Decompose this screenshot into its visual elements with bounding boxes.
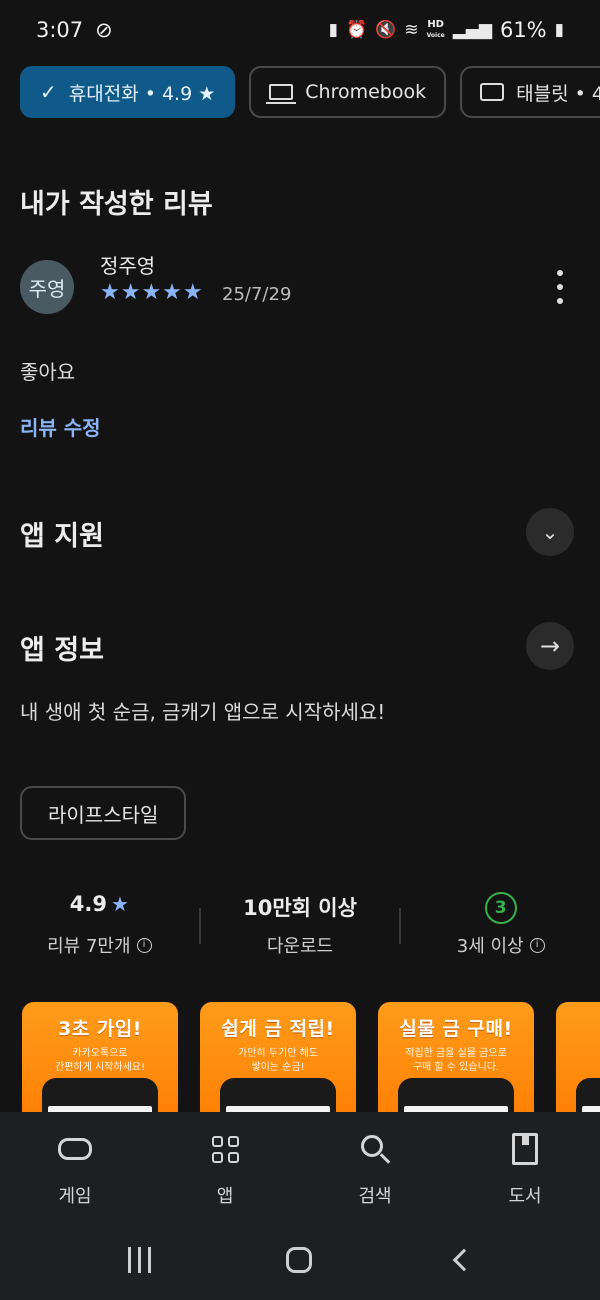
age-rating-stat[interactable]: 3 3세 이상 i (401, 892, 600, 958)
rating-stars: ★★★★★ (100, 280, 204, 305)
edit-review-link[interactable]: 리뷰 수정 (20, 412, 101, 441)
star-icon: ★ (110, 892, 129, 916)
screenshot-title: 기프 (556, 1014, 600, 1041)
chip-phone[interactable]: ✓ 휴대전화 • 4.9 ★ (20, 66, 236, 118)
screenshot-title: 실물 금 구매! (399, 1018, 513, 1040)
expand-support-button[interactable]: ⌄ (526, 508, 574, 556)
laptop-icon (266, 84, 297, 104)
review-date: 25/7/29 (222, 284, 292, 305)
app-stats: 4.9 ★ 리뷰 7만개 i 10만회 이상 다운로드 3 3세 이상 i (0, 892, 600, 964)
more-options-icon[interactable] (548, 270, 572, 304)
battery-icon: ▮ (554, 20, 564, 40)
battery-saver-icon: ▮ (328, 20, 338, 40)
chip-phone-label: 휴대전화 • 4.9 ★ (68, 82, 216, 105)
chevron-down-icon: ⌄ (541, 520, 559, 544)
info-icon: i (529, 937, 545, 953)
gamepad-icon (58, 1138, 92, 1160)
my-review-heading: 내가 작성한 리뷰 (20, 189, 213, 220)
system-navigation-bar (0, 1220, 600, 1300)
device-filter-chips: ✓ 휴대전화 • 4.9 ★ Chromebook 태블릿 • 4 (20, 66, 600, 120)
phone-mockup (576, 1078, 600, 1114)
mute-icon: 🔇 (375, 20, 397, 40)
search-icon (361, 1135, 383, 1157)
screenshot-card[interactable]: 기프 적립기프 (556, 1002, 600, 1114)
screenshot-subtitle: 적립기프 (556, 1047, 600, 1075)
arrow-right-icon: → (539, 632, 561, 660)
rating-stat[interactable]: 4.9 ★ 리뷰 7만개 i (0, 892, 199, 958)
hd-voice-icon: HD Voice (426, 18, 445, 39)
downloads-label: 다운로드 (266, 936, 334, 957)
phone-mockup (220, 1078, 336, 1114)
review-text: 좋아요 (20, 360, 76, 384)
signal-icon: ▂▄▆ (452, 20, 492, 40)
chip-chromebook[interactable]: Chromebook (249, 66, 447, 118)
nav-games[interactable]: 게임 (0, 1132, 150, 1222)
screenshot-card[interactable]: 쉽게 금 적립! 가만히 두기만 해도 쌓이는 순금! (200, 1002, 356, 1114)
status-bar: 3:07 ⊘ ▮ ⏰ 🔇 ≋ HD Voice ▂▄▆ 61% ▮ (0, 0, 600, 60)
category-chip[interactable]: 라이프스타일 (20, 786, 187, 840)
nav-games-label: 게임 (58, 1186, 92, 1207)
rating-value: 4.9 (69, 892, 107, 916)
battery-percent: 61% (499, 18, 547, 42)
nav-search[interactable]: 검색 (300, 1132, 450, 1222)
nav-books-label: 도서 (508, 1186, 542, 1207)
screenshots-carousel[interactable]: 3초 가입! 카카오톡으로 간편하게 시작하세요! 쉽게 금 적립! 가만히 두기… (22, 1002, 600, 1114)
downloads-value: 10만회 이상 (243, 896, 357, 920)
screenshot-subtitle: 카카오톡으로 간편하게 시작하세요! (55, 1048, 145, 1073)
review-header: 주영 정주영 ★★★★★ 25/7/29 (20, 250, 580, 316)
chip-chromebook-label: Chromebook (305, 81, 427, 103)
bottom-navigation: 게임 앱 검색 도서 (0, 1112, 600, 1300)
nav-apps-label: 앱 (216, 1186, 234, 1207)
reviews-count: 리뷰 7만개 (47, 936, 131, 957)
app-support-heading[interactable]: 앱 지원 (20, 514, 104, 553)
screenshot-title: 3초 가입! (58, 1018, 142, 1040)
nav-books[interactable]: 도서 (450, 1132, 600, 1222)
age-rating-label: 3세 이상 (456, 936, 524, 957)
back-icon[interactable] (452, 1248, 476, 1272)
status-time: 3:07 (36, 18, 84, 42)
chip-tablet[interactable]: 태블릿 • 4 (460, 66, 600, 118)
screenshot-subtitle: 적립한 금을 실물 금으로 구매 할 수 있습니다. (405, 1048, 507, 1073)
downloads-stat: 10만회 이상 다운로드 (201, 892, 400, 958)
info-icon: i (136, 937, 152, 953)
reviewer-name: 정주영 (100, 254, 156, 278)
nav-apps[interactable]: 앱 (150, 1132, 300, 1222)
screenshot-subtitle: 가만히 두기만 해도 쌓이는 순금! (238, 1048, 318, 1073)
do-not-disturb-off-icon: ⊘ (95, 18, 113, 42)
recent-apps-icon[interactable] (127, 1247, 151, 1273)
age-rating-badge-icon: 3 (484, 892, 517, 924)
alarm-icon: ⏰ (346, 20, 368, 40)
book-icon (512, 1133, 538, 1165)
screenshot-card[interactable]: 3초 가입! 카카오톡으로 간편하게 시작하세요! (22, 1002, 178, 1114)
home-icon[interactable] (286, 1247, 313, 1273)
app-info-button[interactable]: → (526, 622, 574, 670)
screenshot-title: 쉽게 금 적립! (221, 1018, 335, 1040)
screenshot-card[interactable]: 실물 금 구매! 적립한 금을 실물 금으로 구매 할 수 있습니다. (378, 1002, 534, 1114)
tablet-icon (480, 83, 505, 101)
apps-grid-icon (211, 1135, 239, 1163)
chip-tablet-label: 태블릿 • 4 (516, 82, 600, 105)
app-description: 내 생애 첫 순금, 금캐기 앱으로 시작하세요! (20, 700, 386, 724)
check-icon: ✓ (40, 80, 57, 104)
avatar: 주영 (20, 260, 74, 314)
wifi-icon: ≋ (404, 20, 419, 40)
app-info-heading[interactable]: 앱 정보 (20, 628, 104, 667)
phone-mockup (398, 1078, 514, 1114)
nav-search-label: 검색 (358, 1186, 392, 1207)
phone-mockup (42, 1078, 158, 1114)
